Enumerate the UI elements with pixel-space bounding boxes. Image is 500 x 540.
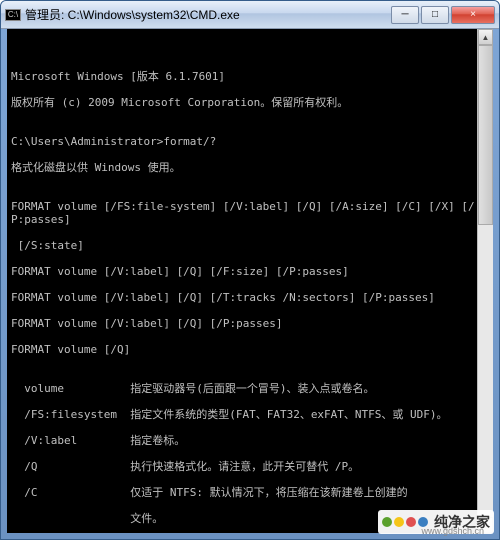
- titlebar[interactable]: C:\ 管理员: C:\Windows\system32\CMD.exe ─ □…: [1, 1, 499, 29]
- console-output: Microsoft Windows [版本 6.1.7601] 版权所有 (c)…: [11, 57, 489, 533]
- vertical-scrollbar[interactable]: ▲ ▼: [477, 29, 493, 533]
- console-line: [/S:state]: [11, 239, 475, 252]
- console-line: /Q 执行快速格式化。请注意，此开关可替代 /P。: [11, 460, 475, 473]
- watermark-url: www.gdshch.cn: [421, 526, 484, 536]
- scroll-up-button[interactable]: ▲: [478, 29, 493, 45]
- app-window: C:\ 管理员: C:\Windows\system32\CMD.exe ─ □…: [0, 0, 500, 540]
- window-title: 管理员: C:\Windows\system32\CMD.exe: [25, 6, 389, 23]
- console-line: FORMAT volume [/V:label] [/Q] [/P:passes…: [11, 317, 475, 330]
- minimize-button[interactable]: ─: [391, 6, 419, 24]
- console-line: /V:label 指定卷标。: [11, 434, 475, 447]
- dot-icon: [382, 517, 392, 527]
- console-line: 格式化磁盘以供 Windows 使用。: [11, 161, 475, 174]
- console-area[interactable]: Microsoft Windows [版本 6.1.7601] 版权所有 (c)…: [7, 29, 493, 533]
- window-controls: ─ □ ×: [389, 6, 495, 24]
- close-button[interactable]: ×: [451, 6, 495, 24]
- console-line: C:\Users\Administrator>format/?: [11, 135, 475, 148]
- scroll-track[interactable]: [478, 225, 493, 517]
- console-line: 版权所有 (c) 2009 Microsoft Corporation。保留所有…: [11, 96, 475, 109]
- scroll-thumb[interactable]: [478, 45, 493, 225]
- console-line: FORMAT volume [/V:label] [/Q] [/T:tracks…: [11, 291, 475, 304]
- console-line: /FS:filesystem 指定文件系统的类型(FAT、FAT32、exFAT…: [11, 408, 475, 421]
- console-line: FORMAT volume [/FS:file-system] [/V:labe…: [11, 200, 475, 226]
- console-line: volume 指定驱动器号(后面跟一个冒号)、装入点或卷名。: [11, 382, 475, 395]
- maximize-button[interactable]: □: [421, 6, 449, 24]
- watermark: 纯净之家 www.gdshch.cn: [378, 510, 494, 534]
- console-line: FORMAT volume [/V:label] [/Q] [/F:size] …: [11, 265, 475, 278]
- dot-icon: [406, 517, 416, 527]
- console-line: /C 仅适于 NTFS: 默认情况下，将压缩在该新建卷上创建的: [11, 486, 475, 499]
- console-line: FORMAT volume [/Q]: [11, 343, 475, 356]
- dot-icon: [394, 517, 404, 527]
- console-line: Microsoft Windows [版本 6.1.7601]: [11, 70, 475, 83]
- cmd-icon: C:\: [5, 9, 21, 21]
